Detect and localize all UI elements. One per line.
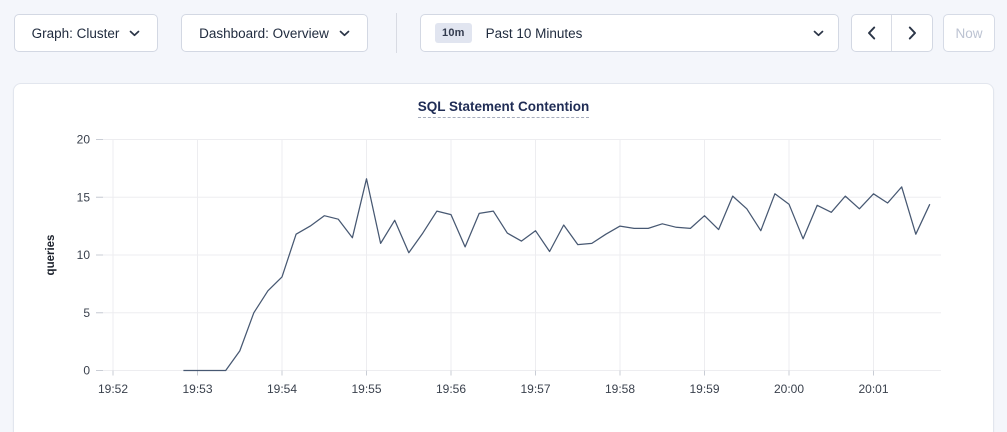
y-axis-tick-label: 20 [77, 133, 91, 147]
chevron-right-icon [908, 26, 917, 40]
x-axis-tick-label: 19:56 [436, 382, 466, 396]
time-next-button[interactable] [892, 15, 932, 51]
x-axis-tick-label: 20:01 [858, 382, 888, 396]
chart-panel: SQL Statement Contention 0 5 10 15 20 19:52 19… [13, 83, 994, 432]
line-chart[interactable]: 0 5 10 15 20 19:52 19:53 19:54 19:55 19:56 19:57 19… [14, 129, 995, 429]
graph-selector-dropdown[interactable]: Graph: Cluster [14, 14, 158, 52]
x-axis-tick-label: 19:57 [520, 382, 550, 396]
chevron-down-icon [129, 30, 140, 37]
chart-title-row: SQL Statement Contention [14, 98, 993, 120]
x-axis-tick-label: 19:54 [267, 382, 297, 396]
time-range-dropdown[interactable]: 10m Past 10 Minutes [420, 14, 839, 52]
x-axis-tick-label: 19:58 [605, 382, 635, 396]
toolbar-divider [396, 13, 397, 53]
y-axis-tick-label: 5 [83, 306, 90, 320]
time-range-label: Past 10 Minutes [486, 26, 583, 41]
time-range-badge: 10m [435, 23, 472, 43]
x-axis-tick-label: 19:52 [98, 382, 128, 396]
time-prev-button[interactable] [852, 15, 892, 51]
chevron-left-icon [867, 26, 876, 40]
x-axis-tick-label: 19:59 [689, 382, 719, 396]
y-axis-tick-label: 0 [83, 364, 90, 378]
dashboard-selector-label: Dashboard: Overview [199, 26, 329, 41]
x-axis-tick-label: 20:00 [774, 382, 804, 396]
chevron-down-icon [339, 30, 350, 37]
time-window-nav [851, 14, 933, 52]
y-axis-tick-label: 15 [77, 190, 91, 204]
dashboard-selector-dropdown[interactable]: Dashboard: Overview [181, 14, 368, 52]
x-axis-tick-label: 19:55 [351, 382, 381, 396]
chevron-down-icon [813, 30, 824, 37]
chart-title[interactable]: SQL Statement Contention [418, 99, 590, 118]
toolbar: Graph: Cluster Dashboard: Overview 10m P… [0, 14, 1007, 52]
series-line [183, 179, 929, 371]
y-axis-title: queries [45, 235, 57, 276]
y-axis-tick-label: 10 [77, 248, 91, 262]
graph-selector-label: Graph: Cluster [32, 26, 120, 41]
now-button[interactable]: Now [943, 14, 995, 52]
x-axis-tick-label: 19:53 [182, 382, 212, 396]
